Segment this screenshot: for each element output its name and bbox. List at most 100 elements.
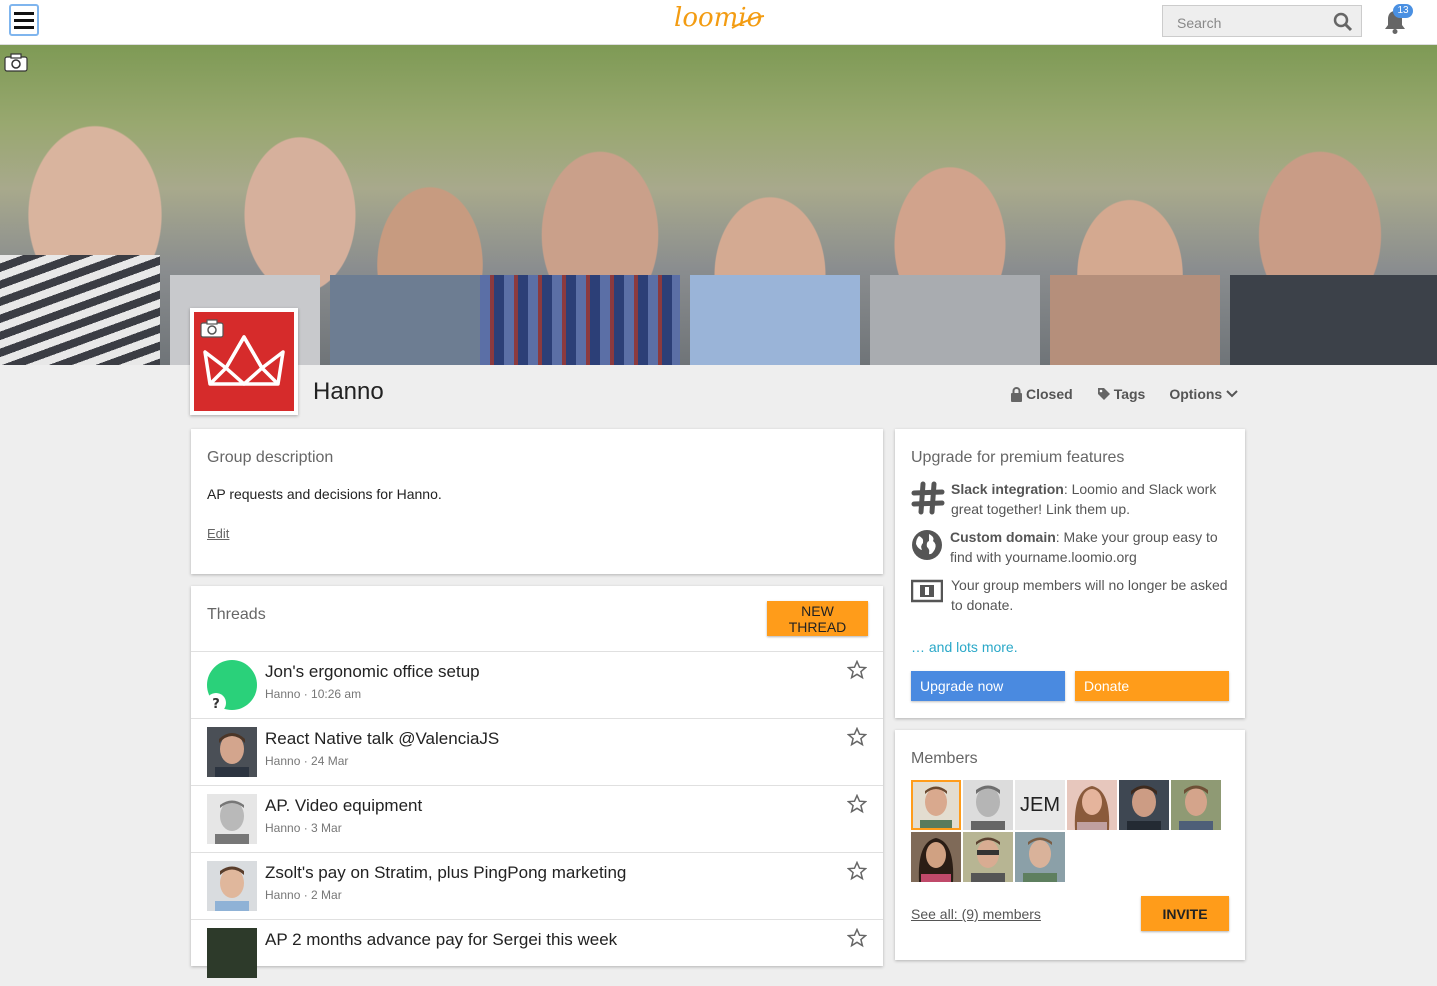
- feature-text: Slack integration: Loomio and Slack work…: [951, 479, 1231, 519]
- cover-shirt: [330, 275, 480, 365]
- upgrade-card: Upgrade for premium features Slack integ…: [895, 429, 1245, 718]
- globe-icon: [912, 530, 942, 560]
- new-thread-button[interactable]: NEW THREAD: [767, 601, 868, 636]
- cover-shirt: [480, 275, 680, 365]
- upgrade-now-button[interactable]: Upgrade now: [911, 671, 1065, 701]
- feature-description: Your group members will no longer be ask…: [951, 577, 1228, 613]
- thread-meta: Hanno · 3 Mar: [265, 821, 342, 835]
- notification-count-badge: 13: [1393, 4, 1413, 18]
- top-bar: loomio 13: [0, 0, 1437, 45]
- feature-text: Custom domain: Make your group easy to f…: [950, 527, 1230, 567]
- group-actions: Closed Tags Options: [1010, 384, 1242, 404]
- cover-shirt: [1230, 275, 1437, 365]
- feature-no-donate: Your group members will no longer be ask…: [911, 575, 1231, 615]
- avatar: [1179, 785, 1213, 830]
- group-logo: [190, 308, 298, 415]
- cover-shirt: [1050, 275, 1220, 365]
- slack-icon: [911, 481, 945, 515]
- thread-meta: Hanno · 24 Mar: [265, 754, 349, 768]
- lock-icon: [1011, 386, 1022, 402]
- feature-name: Slack integration: [951, 481, 1064, 497]
- cover-shirt: [690, 275, 860, 365]
- svg-text:?: ?: [212, 697, 220, 710]
- thread-row[interactable]: ? Jon's ergonomic office setup Hanno · 1…: [191, 651, 883, 718]
- thread-meta: Hanno · 2 Mar: [265, 888, 342, 902]
- thread-avatar: ?: [207, 660, 257, 710]
- member-avatar[interactable]: [1067, 780, 1117, 830]
- avatar: [1127, 785, 1161, 830]
- thread-avatar: [207, 727, 257, 777]
- avatar: [918, 838, 954, 882]
- card-title: Upgrade for premium features: [911, 449, 1125, 466]
- thread-avatar: [207, 861, 257, 911]
- star-icon[interactable]: [847, 727, 867, 747]
- member-avatar[interactable]: [1171, 780, 1221, 830]
- change-cover-camera-icon[interactable]: [4, 52, 28, 72]
- thread-title[interactable]: AP 2 months advance pay for Sergei this …: [265, 930, 617, 950]
- change-logo-camera-icon[interactable]: [200, 318, 224, 338]
- member-avatar[interactable]: [911, 780, 961, 830]
- options-label: Options: [1169, 386, 1223, 402]
- feature-custom-domain: Custom domain: Make your group easy to f…: [911, 527, 1231, 567]
- privacy-label: Closed: [1026, 386, 1073, 402]
- star-icon[interactable]: [847, 928, 867, 948]
- group-description-card: Group description AP requests and decisi…: [191, 429, 883, 574]
- member-avatar[interactable]: [911, 832, 961, 882]
- menu-line: [14, 11, 34, 15]
- thread-avatar: [207, 794, 257, 844]
- tags-label: Tags: [1113, 386, 1146, 402]
- tags-button[interactable]: Tags: [1097, 386, 1146, 402]
- star-icon[interactable]: [847, 861, 867, 881]
- thread-meta: Hanno · 10:26 am: [265, 687, 362, 701]
- thread-title[interactable]: React Native talk @ValenciaJS: [265, 729, 499, 749]
- menu-line: [14, 25, 34, 29]
- card-title: Threads: [207, 606, 266, 623]
- star-icon[interactable]: [847, 794, 867, 814]
- member-avatar[interactable]: [1015, 832, 1065, 882]
- menu-line: [14, 18, 34, 22]
- card-title: Members: [911, 750, 978, 767]
- invite-button[interactable]: INVITE: [1141, 896, 1229, 931]
- star-icon[interactable]: [847, 660, 867, 680]
- hamburger-menu-button[interactable]: [9, 4, 39, 36]
- feature-text: Your group members will no longer be ask…: [951, 575, 1231, 615]
- chevron-down-icon: [1226, 390, 1238, 398]
- avatar: [971, 837, 1005, 882]
- thread-row[interactable]: AP 2 months advance pay for Sergei this …: [191, 919, 883, 986]
- avatar: [1023, 837, 1057, 882]
- avatar: [1074, 786, 1110, 830]
- group-name: Hanno: [313, 378, 384, 405]
- loomio-logo[interactable]: loomio: [672, 2, 767, 38]
- and-lots-more-link[interactable]: … and lots more.: [911, 639, 1018, 655]
- see-all-members-link[interactable]: See all: (9) members: [911, 906, 1041, 922]
- search-icon[interactable]: [1333, 12, 1353, 32]
- search-box[interactable]: [1162, 5, 1362, 37]
- cover-shirt: [0, 255, 160, 365]
- member-avatar[interactable]: [963, 832, 1013, 882]
- edit-description-link[interactable]: Edit: [207, 526, 229, 541]
- brand-text: loomio: [674, 3, 762, 33]
- thread-title[interactable]: AP. Video equipment: [265, 796, 422, 816]
- options-dropdown[interactable]: Options: [1169, 386, 1242, 402]
- donate-button[interactable]: Donate: [1075, 671, 1229, 701]
- member-avatar-initials[interactable]: JEM: [1015, 780, 1065, 830]
- avatar: [971, 785, 1005, 830]
- feature-name: Custom domain: [950, 529, 1056, 545]
- thread-row[interactable]: AP. Video equipment Hanno · 3 Mar: [191, 785, 883, 852]
- threads-card: Threads NEW THREAD ? Jon's ergonomic off…: [191, 586, 883, 978]
- cover-shirt: [870, 275, 1040, 365]
- thread-title[interactable]: Zsolt's pay on Stratim, plus PingPong ma…: [265, 863, 626, 883]
- tag-icon: [1097, 388, 1110, 400]
- thread-avatar: [207, 928, 257, 978]
- member-avatar[interactable]: [963, 780, 1013, 830]
- members-card: Members JEM See all: (9) members INVITE: [895, 730, 1245, 960]
- group-description-text: AP requests and decisions for Hanno.: [207, 486, 442, 502]
- thread-title[interactable]: Jon's ergonomic office setup: [265, 662, 480, 682]
- member-avatar[interactable]: [1119, 780, 1169, 830]
- avatar: [920, 786, 952, 828]
- privacy-closed-button[interactable]: Closed: [1010, 386, 1073, 402]
- search-input[interactable]: [1175, 12, 1329, 34]
- thread-row[interactable]: Zsolt's pay on Stratim, plus PingPong ma…: [191, 852, 883, 919]
- thread-row[interactable]: React Native talk @ValenciaJS Hanno · 24…: [191, 718, 883, 785]
- feature-slack: Slack integration: Loomio and Slack work…: [911, 479, 1231, 519]
